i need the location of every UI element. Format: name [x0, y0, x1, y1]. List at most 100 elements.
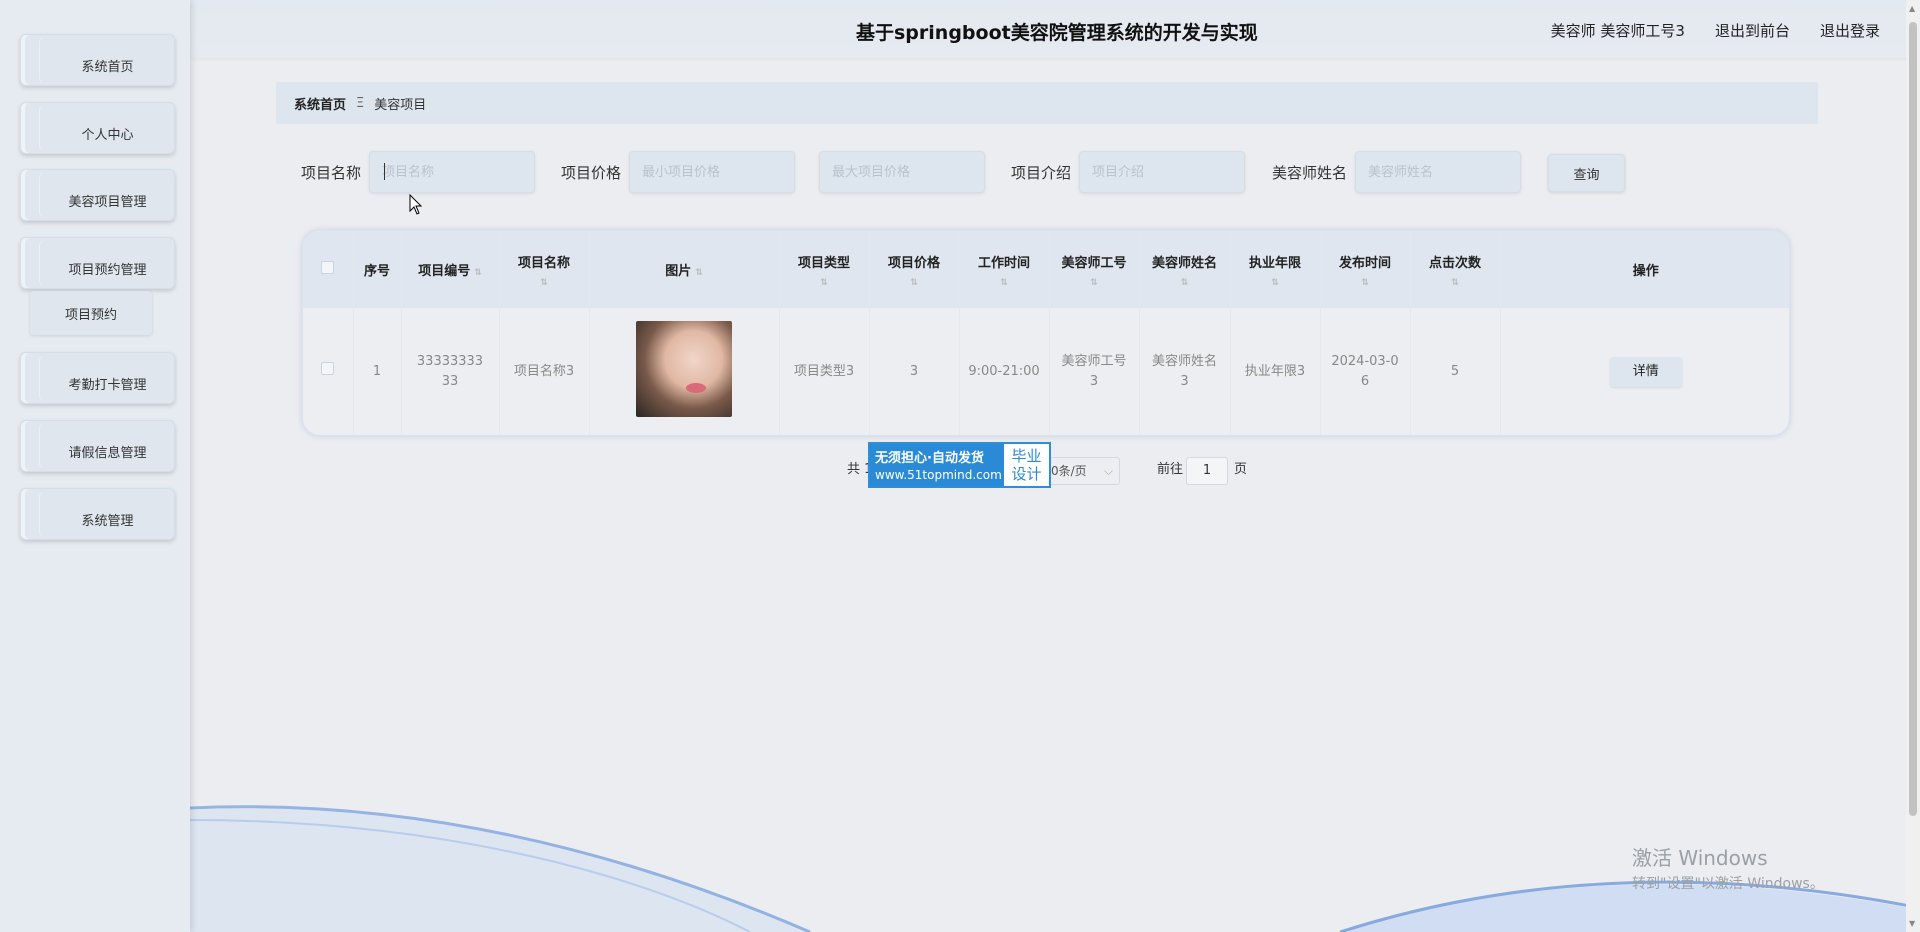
sidebar-item-label: 考勤打卡管理 — [68, 377, 147, 393]
sidebar-item-profile[interactable]: 个人中心 — [20, 102, 175, 154]
cell-type: 项目类型3 — [779, 308, 870, 435]
badge-line-2: www.51topmind.com — [875, 468, 1002, 482]
project-price-label: 项目价格 — [561, 164, 622, 182]
sort-icon[interactable]: ⇅ — [1231, 278, 1320, 288]
sort-icon[interactable]: ⇅ — [870, 278, 959, 288]
sidebar-item-system[interactable]: 系统管理 — [20, 488, 175, 540]
page-size-select[interactable]: 0条/页 ⌵ — [1046, 457, 1120, 485]
sort-icon[interactable]: ⇅ — [500, 278, 589, 288]
badge-right: 毕业 设计 — [1004, 444, 1049, 486]
sort-icon[interactable]: ⇅ — [1411, 278, 1500, 288]
sidebar-item-label: 系统管理 — [81, 513, 134, 529]
cell-years: 执业年限3 — [1230, 308, 1321, 435]
sort-icon[interactable]: ⇅ — [474, 268, 482, 278]
max-price-input[interactable] — [819, 151, 985, 193]
activation-subtitle: 转到"设置"以激活 Windows。 — [1632, 876, 1824, 892]
beautician-name-label: 美容师姓名 — [1272, 164, 1348, 182]
windows-activation-notice: 激活 Windows 转到"设置"以激活 Windows。 — [1632, 842, 1824, 893]
col-header: 操作 — [1632, 264, 1659, 279]
col-header[interactable]: 点击次数 ⇅ — [1410, 231, 1501, 308]
breadcrumb-separator-icon: Ξ — [356, 95, 365, 111]
col-header[interactable]: 发布时间 ⇅ — [1320, 231, 1411, 308]
sidebar-item-beauty-projects[interactable]: 美容项目管理 — [20, 169, 175, 221]
chevron-down-icon: ⌵ — [1103, 464, 1113, 478]
col-header[interactable]: 图片 ⇅ — [589, 231, 780, 308]
sidebar-item-label: 美容项目管理 — [68, 194, 147, 210]
sidebar-item-leave[interactable]: 请假信息管理 — [20, 420, 175, 472]
top-header: 基于springboot美容院管理系统的开发与实现 美容师 美容师工号3 退出到… — [190, 0, 1920, 58]
badge-right-line-1: 毕业 — [1011, 447, 1042, 465]
table-row: 1 3333333333 项目名称3 项目类型3 3 9:00-21:00 美容… — [303, 308, 1789, 435]
sidebar-subitem-label: 项目预约 — [64, 307, 117, 323]
breadcrumb: 系统首页 Ξ 美容项目 — [276, 82, 1818, 124]
sidebar-item-label: 请假信息管理 — [68, 445, 147, 461]
col-header[interactable]: 项目名称 ⇅ — [499, 231, 590, 308]
scroll-thumb[interactable] — [1909, 22, 1917, 816]
sidebar: 系统首页 个人中心 美容项目管理 项目预约管理 项目预约 考勤打卡管理 请假信息… — [0, 0, 190, 932]
sidebar-item-label: 个人中心 — [81, 127, 134, 143]
project-name-label: 项目名称 — [301, 164, 362, 182]
cell-code: 3333333333 — [401, 308, 500, 435]
cell-beautician-name: 美容师姓名3 — [1139, 308, 1231, 435]
select-all-cell[interactable] — [303, 231, 354, 308]
sidebar-item-label: 系统首页 — [81, 59, 134, 75]
page-size-value: 0条/页 — [1051, 464, 1087, 478]
col-header[interactable]: 项目类型 ⇅ — [779, 231, 870, 308]
sort-icon[interactable]: ⇅ — [780, 278, 869, 288]
beautician-name-input[interactable] — [1355, 151, 1521, 193]
text-caret — [384, 163, 385, 180]
badge-right-line-2: 设计 — [1011, 465, 1042, 483]
sort-icon[interactable]: ⇅ — [960, 278, 1049, 288]
project-intro-input[interactable] — [1079, 151, 1245, 193]
sidebar-subitem-appointment[interactable]: 项目预约 — [30, 291, 152, 335]
query-button[interactable]: 查询 — [1548, 154, 1625, 192]
logout-link[interactable]: 退出登录 — [1820, 20, 1880, 41]
sidebar-item-attendance[interactable]: 考勤打卡管理 — [20, 352, 175, 404]
breadcrumb-current: 美容项目 — [374, 97, 427, 113]
page-suffix: 页 — [1234, 462, 1248, 477]
activation-title: 激活 Windows — [1632, 846, 1768, 870]
badge-line-1: 无须担心·自动发货 — [875, 451, 984, 466]
cell-clicks: 5 — [1410, 308, 1501, 435]
col-header[interactable]: 执业年限 ⇅ — [1230, 231, 1321, 308]
row-select-cell[interactable] — [303, 308, 354, 435]
header-actions: 美容师 美容师工号3 退出到前台 退出登录 — [1551, 20, 1880, 41]
cell-index: 1 — [353, 308, 402, 435]
col-header[interactable]: 项目编号 ⇅ — [401, 231, 500, 308]
project-name-input[interactable] — [369, 151, 535, 193]
cell-published: 2024-03-06 — [1320, 308, 1411, 435]
exit-to-front-link[interactable]: 退出到前台 — [1715, 20, 1790, 41]
col-header[interactable]: 工作时间 ⇅ — [959, 231, 1050, 308]
table-header-row: 序号 项目编号 ⇅ 项目名称 ⇅ 图片 ⇅ 项目类型 ⇅ 项目价格 ⇅ 工作时间 ⇅ 美容师… — [303, 231, 1789, 308]
scroll-down-icon[interactable]: ▼ — [1909, 919, 1915, 928]
sort-icon[interactable]: ⇅ — [1321, 278, 1410, 288]
cell-name: 项目名称3 — [499, 308, 590, 435]
sidebar-item-label: 项目预约管理 — [68, 262, 147, 278]
sort-icon[interactable]: ⇅ — [1050, 278, 1139, 288]
page-title: 基于springboot美容院管理系统的开发与实现 — [856, 22, 1258, 44]
cell-beautician-id: 美容师工号3 — [1049, 308, 1140, 435]
select-all-checkbox[interactable] — [321, 261, 335, 274]
breadcrumb-home[interactable]: 系统首页 — [294, 94, 346, 113]
row-checkbox[interactable] — [321, 362, 335, 375]
project-intro-label: 项目介绍 — [1011, 164, 1072, 182]
col-header: 序号 — [353, 231, 402, 308]
sidebar-item-appointments[interactable]: 项目预约管理 — [20, 237, 175, 289]
badge-left: 无须担心·自动发货 www.51topmind.com — [870, 444, 1004, 486]
col-header[interactable]: 美容师工号 ⇅ — [1049, 231, 1140, 308]
col-header[interactable]: 项目价格 ⇅ — [869, 231, 960, 308]
min-price-input[interactable] — [629, 151, 795, 193]
cell-actions: 详情 — [1500, 308, 1789, 435]
sort-icon[interactable]: ⇅ — [1140, 278, 1230, 288]
scroll-up-icon[interactable]: ▲ — [1909, 4, 1915, 13]
goto-page-input[interactable]: 1 — [1186, 457, 1228, 485]
sort-icon[interactable]: ⇅ — [695, 268, 703, 278]
cell-price: 3 — [869, 308, 960, 435]
col-header[interactable]: 美容师姓名 ⇅ — [1139, 231, 1231, 308]
page-scrollbar[interactable]: ▲ ▼ — [1906, 0, 1920, 932]
project-image — [636, 320, 732, 417]
current-user: 美容师 美容师工号3 — [1550, 22, 1685, 40]
cell-work-time: 9:00-21:00 — [959, 308, 1050, 435]
sidebar-item-home[interactable]: 系统首页 — [20, 34, 175, 86]
detail-button[interactable]: 详情 — [1609, 357, 1682, 387]
